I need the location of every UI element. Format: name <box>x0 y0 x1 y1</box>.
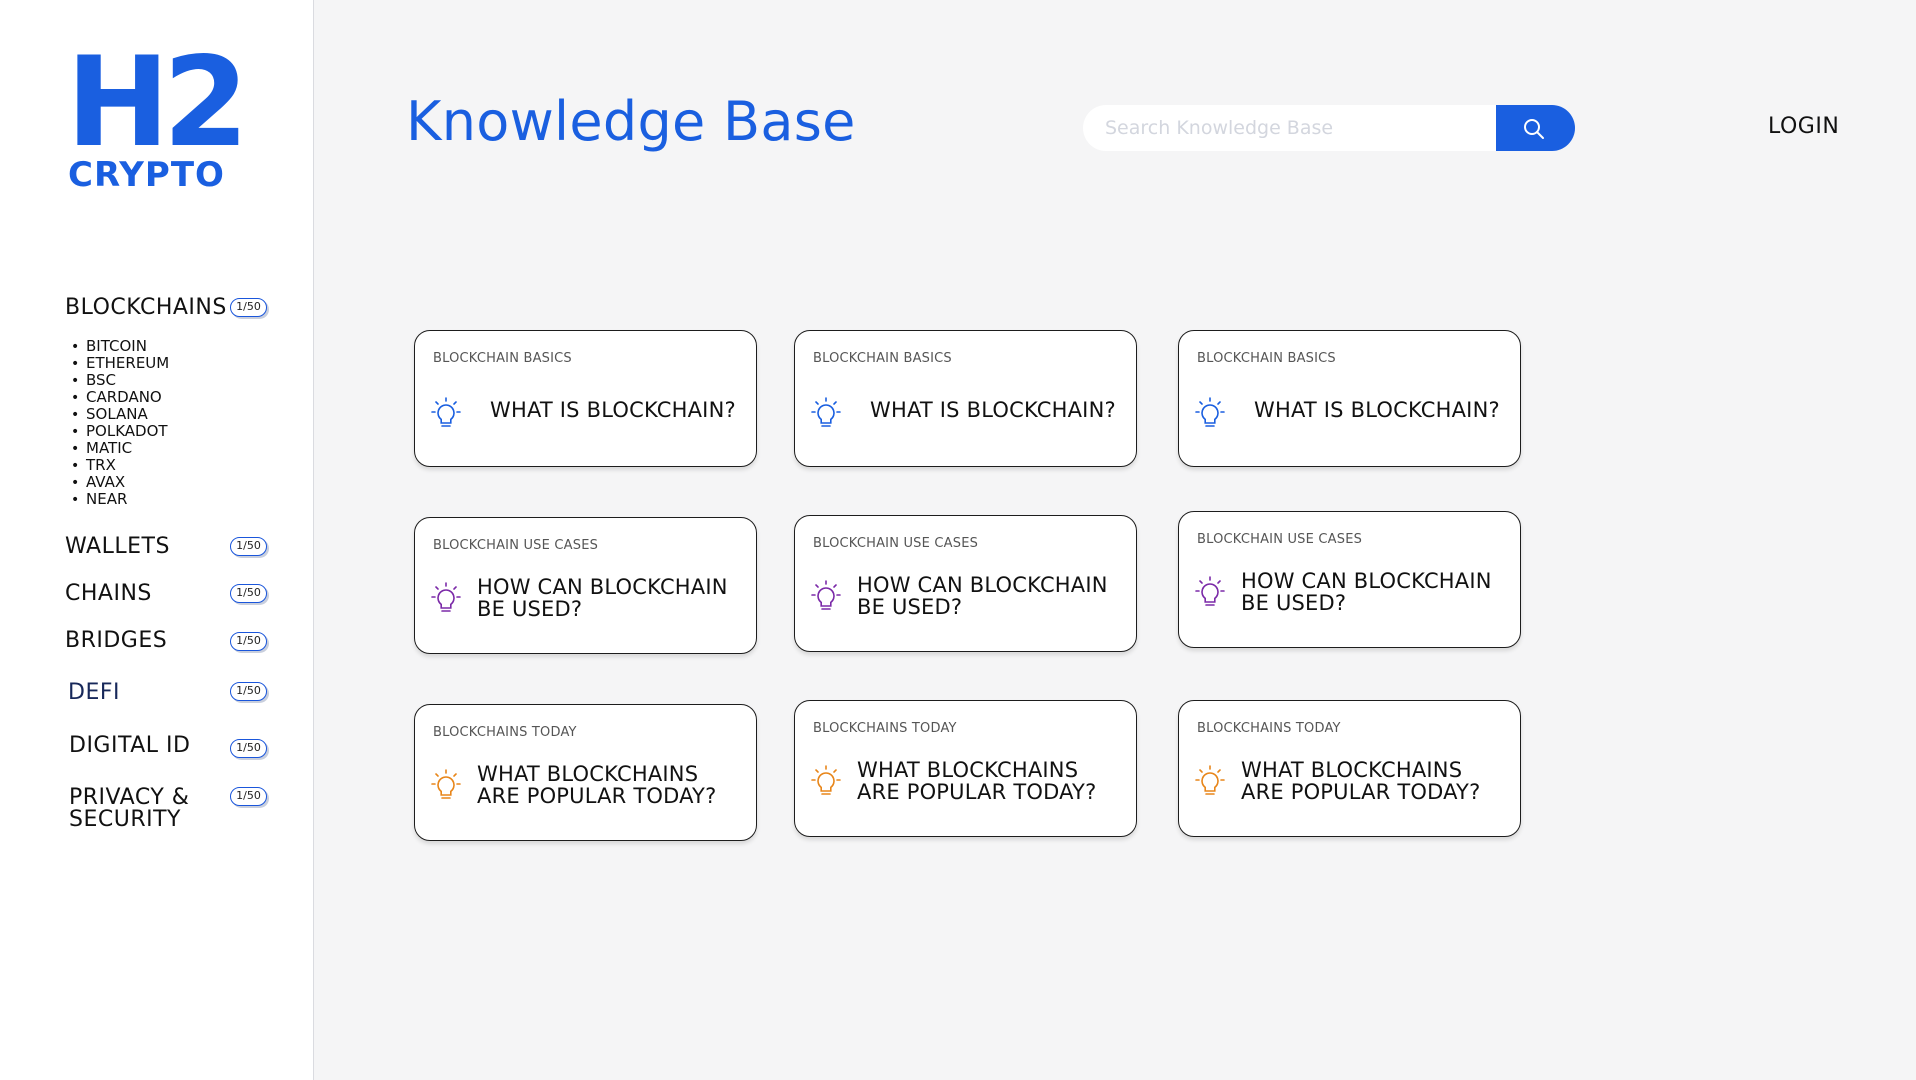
article-card[interactable]: BLOCKCHAINS TODAY WHAT BLOCKCHAINS ARE POP… <box>414 704 757 841</box>
sidebar-item-bridges[interactable]: BRIDGES 1/50 <box>65 630 275 652</box>
card-title: WHAT IS BLOCKCHAIN? <box>870 398 1116 422</box>
card-category: BLOCKCHAIN USE CASES <box>813 536 979 551</box>
lightbulb-icon <box>431 769 461 803</box>
logo-main-text: H2 <box>66 31 249 175</box>
article-card[interactable]: BLOCKCHAIN BASICS WHAT IS BLOCKCHAIN? <box>794 330 1137 467</box>
card-title-line1: HOW CAN BLOCKCHAIN <box>857 573 1108 597</box>
card-title-line1: WHAT BLOCKCHAINS <box>477 762 699 786</box>
count-badge: 1/50 <box>230 739 267 758</box>
card-category: BLOCKCHAIN USE CASES <box>433 538 599 553</box>
card-title-line1: HOW CAN BLOCKCHAIN <box>477 575 728 599</box>
article-card[interactable]: BLOCKCHAINS TODAY WHAT BLOCKCHAINS ARE POP… <box>1178 700 1521 837</box>
search-input[interactable] <box>1083 105 1503 151</box>
chain-list-item[interactable]: AVAX <box>86 474 169 491</box>
search-icon <box>1524 119 1544 139</box>
sidebar-item-wallets[interactable]: WALLETS 1/50 <box>65 536 275 558</box>
card-title-line1: HOW CAN BLOCKCHAIN <box>1241 569 1492 593</box>
chain-list: BITCOIN ETHEREUM BSC CARDANO SOLANA POLK… <box>86 338 169 508</box>
sidebar-item-chains[interactable]: CHAINS 1/50 <box>65 583 275 605</box>
article-card[interactable]: BLOCKCHAIN BASICS WHAT IS BLOCKCHAIN? <box>414 330 757 467</box>
card-title: HOW CAN BLOCKCHAIN BE USED? <box>857 574 1127 618</box>
chain-list-item[interactable]: ETHEREUM <box>86 355 169 372</box>
card-title: WHAT BLOCKCHAINS ARE POPULAR TODAY? <box>477 763 747 807</box>
login-button[interactable]: LOGIN <box>1768 114 1839 139</box>
chain-list-item[interactable]: CARDANO <box>86 389 169 406</box>
chain-list-item[interactable]: MATIC <box>86 440 169 457</box>
count-badge: 1/50 <box>230 682 267 701</box>
card-title-line2: BE USED? <box>1241 591 1347 615</box>
sidebar-item-label-line2: SECURITY <box>69 807 181 832</box>
card-category: BLOCKCHAIN BASICS <box>1197 351 1336 366</box>
article-card[interactable]: BLOCKCHAINS TODAY WHAT BLOCKCHAINS ARE POP… <box>794 700 1137 837</box>
card-title: WHAT IS BLOCKCHAIN? <box>490 398 736 422</box>
logo-sub-text: CRYPTO <box>68 155 225 195</box>
card-category: BLOCKCHAINS TODAY <box>433 725 577 740</box>
chain-list-item[interactable]: NEAR <box>86 491 169 508</box>
chain-list-item[interactable]: POLKADOT <box>86 423 169 440</box>
card-category: BLOCKCHAIN BASICS <box>433 351 572 366</box>
lightbulb-icon <box>811 397 841 431</box>
sidebar-item-privacy-security[interactable]: PRIVACY & SECURITY 1/50 <box>69 787 279 831</box>
article-card[interactable]: BLOCKCHAIN USE CASES HOW CAN BLOCKCHAIN BE… <box>414 517 757 654</box>
card-title-line2: BE USED? <box>857 595 963 619</box>
chain-list-item[interactable]: TRX <box>86 457 169 474</box>
card-title-line1: WHAT BLOCKCHAINS <box>1241 758 1463 782</box>
card-title: HOW CAN BLOCKCHAIN BE USED? <box>477 576 747 620</box>
lightbulb-icon <box>431 582 461 616</box>
lightbulb-icon <box>811 765 841 799</box>
sidebar-item-digital-id[interactable]: DIGITAL ID 1/50 <box>69 735 279 758</box>
lightbulb-icon <box>431 397 461 431</box>
page-title: Knowledge Base <box>406 90 856 153</box>
card-title-line2: BE USED? <box>477 597 583 621</box>
article-card[interactable]: BLOCKCHAIN USE CASES HOW CAN BLOCKCHAIN BE… <box>1178 511 1521 648</box>
sidebar-item-blockchains[interactable]: BLOCKCHAINS 1/50 <box>65 297 275 319</box>
count-badge: 1/50 <box>230 632 267 651</box>
logo[interactable]: H2 CRYPTO <box>66 31 249 195</box>
count-badge: 1/50 <box>230 537 267 556</box>
card-category: BLOCKCHAINS TODAY <box>813 721 957 736</box>
article-card[interactable]: BLOCKCHAIN BASICS WHAT IS BLOCKCHAIN? <box>1178 330 1521 467</box>
lightbulb-icon <box>1195 576 1225 610</box>
article-card[interactable]: BLOCKCHAIN USE CASES HOW CAN BLOCKCHAIN BE… <box>794 515 1137 652</box>
sidebar-item-defi[interactable]: DEFI 1/50 <box>68 682 278 704</box>
chain-list-item[interactable]: BSC <box>86 372 169 389</box>
chain-list-item[interactable]: SOLANA <box>86 406 169 423</box>
card-title-line2: ARE POPULAR TODAY? <box>477 784 717 808</box>
lightbulb-icon <box>1195 765 1225 799</box>
card-title: WHAT IS BLOCKCHAIN? <box>1254 398 1500 422</box>
lightbulb-icon <box>1195 397 1225 431</box>
chain-list-item[interactable]: BITCOIN <box>86 338 169 355</box>
lightbulb-icon <box>811 580 841 614</box>
count-badge: 1/50 <box>230 787 267 806</box>
search-bar <box>1083 105 1575 151</box>
card-title-line2: ARE POPULAR TODAY? <box>1241 780 1481 804</box>
card-title: HOW CAN BLOCKCHAIN BE USED? <box>1241 570 1511 614</box>
sidebar: H2 CRYPTO BLOCKCHAINS 1/50 BITCOIN ETHER… <box>0 0 314 1080</box>
card-title-line1: WHAT BLOCKCHAINS <box>857 758 1079 782</box>
count-badge: 1/50 <box>230 298 267 317</box>
count-badge: 1/50 <box>230 584 267 603</box>
card-category: BLOCKCHAIN BASICS <box>813 351 952 366</box>
card-category: BLOCKCHAINS TODAY <box>1197 721 1341 736</box>
card-category: BLOCKCHAIN USE CASES <box>1197 532 1363 547</box>
search-button[interactable] <box>1496 105 1575 151</box>
card-title: WHAT BLOCKCHAINS ARE POPULAR TODAY? <box>857 759 1127 803</box>
card-title-line2: ARE POPULAR TODAY? <box>857 780 1097 804</box>
card-title: WHAT BLOCKCHAINS ARE POPULAR TODAY? <box>1241 759 1511 803</box>
